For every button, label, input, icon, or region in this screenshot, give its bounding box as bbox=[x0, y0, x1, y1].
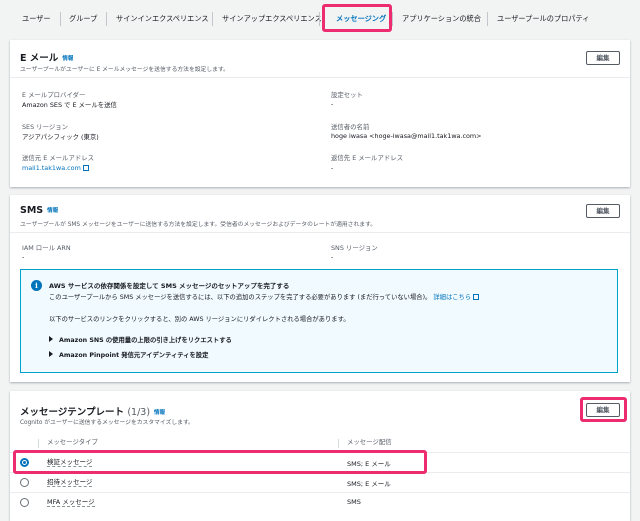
tab-separator bbox=[392, 12, 393, 26]
config-set-value: - bbox=[331, 100, 334, 108]
sender-name-value: hoge iwasa <hoge-iwasa@mail1.tak1wa.com> bbox=[331, 132, 482, 140]
col-delivery[interactable]: メッセージ配信 bbox=[347, 437, 392, 446]
expand-label: Amazon Pinpoint 発信元アイデンティティを設定 bbox=[59, 352, 209, 359]
iam-role-value: - bbox=[22, 253, 25, 261]
templates-title: メッセージテンプレート (1/3) 情報 bbox=[20, 404, 165, 418]
mfa-message-link[interactable]: MFA メッセージ bbox=[47, 498, 95, 507]
tab-bar: ユーザー グループ サインインエクスペリエンス サインアップエクスペリエンス メ… bbox=[0, 0, 640, 36]
external-link-icon bbox=[82, 165, 89, 171]
email-edit-button[interactable]: 編集 bbox=[586, 51, 620, 65]
iam-role-label: IAM ロール ARN bbox=[22, 244, 71, 252]
templates-info-link[interactable]: 情報 bbox=[154, 410, 165, 416]
info-circle-icon: i bbox=[31, 280, 42, 291]
email-provider-value: Amazon SES で E メールを送信 bbox=[22, 101, 117, 109]
caret-right-icon bbox=[49, 336, 53, 342]
highlight-verification-row bbox=[13, 450, 427, 474]
email-title-text: E メール bbox=[20, 53, 59, 64]
sms-title: SMS 情報 bbox=[20, 205, 58, 216]
sender-name-label: 送信者の名前 bbox=[331, 123, 370, 131]
table-row[interactable]: MFA メッセージ SMS bbox=[10, 492, 630, 512]
from-address-label: 送信元 E メールアドレス bbox=[22, 154, 95, 162]
tab-groups[interactable]: グループ bbox=[69, 9, 97, 29]
column-separator bbox=[338, 439, 339, 448]
templates-description: Cognito がユーザーに送信するメッセージをカスタマイズします。 bbox=[20, 420, 194, 426]
tab-user-pool-properties[interactable]: ユーザープールのプロパティ bbox=[497, 9, 589, 29]
external-link-icon bbox=[473, 294, 480, 300]
row-radio[interactable] bbox=[20, 478, 29, 487]
sns-region-value: - bbox=[331, 253, 334, 261]
tab-app-integration[interactable]: アプリケーションの統合 bbox=[402, 9, 481, 29]
tab-users[interactable]: ユーザー bbox=[22, 9, 51, 29]
divider bbox=[10, 77, 630, 78]
sms-setup-alert: i AWS サービスの依存関係を設定して SMS メッセージのセットアップを完了… bbox=[20, 269, 618, 373]
divider bbox=[10, 232, 630, 233]
expand-pinpoint-identity[interactable]: Amazon Pinpoint 発信元アイデンティティを設定 bbox=[49, 350, 208, 359]
tab-separator bbox=[319, 12, 320, 26]
sns-region-label: SNS リージョン bbox=[331, 244, 378, 252]
invitation-message-link[interactable]: 招待メッセージ bbox=[47, 478, 93, 487]
tab-separator bbox=[106, 12, 107, 26]
alert-title: AWS サービスの依存関係を設定して SMS メッセージのセットアップを完了する bbox=[49, 282, 290, 290]
expand-sns-quota[interactable]: Amazon SNS の使用量の上限の引き上げをリクエストする bbox=[49, 335, 232, 344]
learn-more-text: 詳細はこちら bbox=[433, 294, 472, 301]
sms-panel: SMS 情報 ユーザープールが SMS メッセージをユーザーに送信する方法を設定し… bbox=[10, 195, 630, 382]
sms-description: ユーザープールが SMS メッセージをユーザーに送信する方法を設定します。受信者… bbox=[20, 222, 377, 228]
alert-text: このユーザープールから SMS メッセージを送信するには、以下の追加のステップを… bbox=[49, 292, 480, 301]
tab-sign-up-experience[interactable]: サインアップエクスペリエンス bbox=[222, 9, 322, 29]
table-row[interactable]: 招待メッセージ SMS; E メール bbox=[10, 472, 630, 492]
highlight-templates-edit bbox=[580, 397, 627, 422]
from-address-text: mail1.tak1wa.com bbox=[22, 164, 81, 172]
email-info-link[interactable]: 情報 bbox=[62, 56, 73, 62]
sms-info-link[interactable]: 情報 bbox=[47, 208, 58, 214]
caret-right-icon bbox=[49, 351, 53, 357]
reply-to-value: - bbox=[331, 164, 334, 172]
sms-title-text: SMS bbox=[20, 205, 44, 216]
table-header: メッセージタイプ メッセージ配信 bbox=[10, 437, 630, 449]
highlight-messaging-tab bbox=[322, 4, 392, 32]
ses-region-value: アジアパシフィック (東京) bbox=[22, 133, 99, 141]
reply-to-label: 返信先 E メールアドレス bbox=[331, 154, 404, 162]
tab-sign-in-experience[interactable]: サインインエクスペリエンス bbox=[116, 9, 209, 29]
expand-label: Amazon SNS の使用量の上限の引き上げをリクエストする bbox=[59, 337, 232, 344]
delivery-cell: SMS; E メール bbox=[347, 480, 391, 488]
email-title: E メール 情報 bbox=[20, 50, 73, 64]
email-panel: E メール 情報 ユーザープールがユーザーに E メールメッセージを送信する方法を… bbox=[10, 40, 630, 187]
tab-separator bbox=[212, 12, 213, 26]
ses-region-label: SES リージョン bbox=[22, 123, 69, 131]
alert-line: このユーザープールから SMS メッセージを送信するには、以下の追加のステップを… bbox=[49, 294, 432, 301]
email-provider-label: E メールプロバイダー bbox=[22, 91, 86, 99]
alert-redirect-note: 以下のサービスのリンクをクリックすると、別の AWS リージョンにリダイレクトさ… bbox=[49, 316, 350, 323]
sms-edit-button[interactable]: 編集 bbox=[586, 204, 620, 218]
delivery-cell: SMS bbox=[347, 498, 361, 506]
email-description: ユーザープールがユーザーに E メールメッセージを送信する方法を設定します。 bbox=[20, 67, 229, 73]
learn-more-link[interactable]: 詳細はこちら bbox=[433, 294, 480, 301]
row-radio[interactable] bbox=[20, 498, 29, 507]
tab-separator bbox=[60, 12, 61, 26]
tab-separator bbox=[487, 12, 488, 26]
from-address-link[interactable]: mail1.tak1wa.com bbox=[22, 164, 89, 172]
col-message-type[interactable]: メッセージタイプ bbox=[47, 437, 98, 446]
config-set-label: 設定セット bbox=[331, 91, 363, 99]
column-separator bbox=[38, 439, 39, 448]
